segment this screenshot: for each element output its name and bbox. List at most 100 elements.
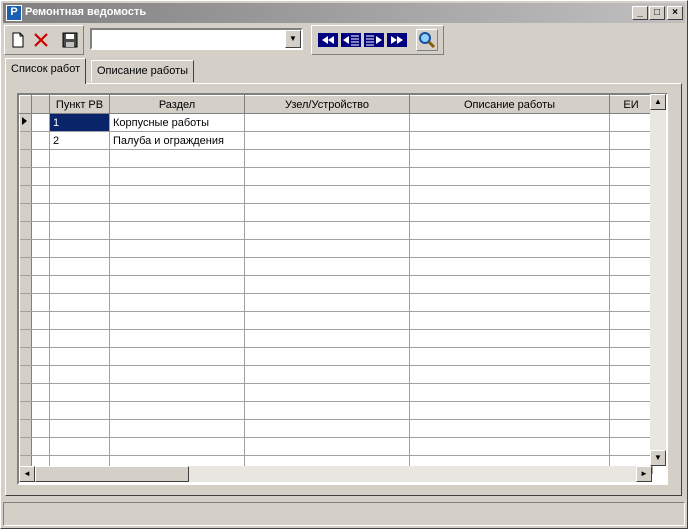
table-cell[interactable] <box>244 311 410 330</box>
table-cell[interactable] <box>244 167 410 186</box>
table-cell[interactable] <box>49 365 110 384</box>
table-cell[interactable] <box>609 149 653 168</box>
scroll-up-button[interactable]: ▲ <box>650 94 666 110</box>
row-indicator[interactable] <box>19 293 32 312</box>
horizontal-scroll-thumb[interactable] <box>35 466 189 482</box>
table-cell[interactable] <box>244 113 410 132</box>
table-row[interactable] <box>19 185 653 204</box>
row-indicator[interactable] <box>19 275 32 294</box>
row-indicator[interactable] <box>19 383 32 402</box>
table-cell[interactable] <box>409 185 610 204</box>
column-header-section[interactable]: Раздел <box>109 95 245 114</box>
table-cell[interactable] <box>109 347 245 366</box>
table-cell[interactable] <box>109 239 245 258</box>
table-cell[interactable] <box>109 167 245 186</box>
table-cell[interactable] <box>49 401 110 420</box>
table-cell[interactable] <box>609 401 653 420</box>
table-cell[interactable] <box>409 293 610 312</box>
table-cell[interactable] <box>49 311 110 330</box>
table-cell[interactable] <box>609 203 653 222</box>
table-row[interactable]: 2 Палуба и ограждения <box>19 131 653 150</box>
table-cell[interactable] <box>109 419 245 438</box>
table-cell[interactable] <box>409 275 610 294</box>
first-record-button[interactable] <box>317 29 339 51</box>
table-row[interactable] <box>19 347 653 366</box>
vertical-scrollbar[interactable]: ▲ ▼ <box>650 94 666 466</box>
table-row[interactable] <box>19 311 653 330</box>
table-cell[interactable] <box>409 365 610 384</box>
table-cell[interactable] <box>244 329 410 348</box>
table-cell[interactable] <box>109 257 245 276</box>
row-indicator[interactable] <box>19 221 32 240</box>
table-cell[interactable] <box>609 293 653 312</box>
combo-dropdown-button[interactable]: ▼ <box>285 30 301 48</box>
table-cell[interactable] <box>409 149 610 168</box>
table-row[interactable] <box>19 257 653 276</box>
table-cell[interactable] <box>609 185 653 204</box>
table-cell[interactable] <box>244 257 410 276</box>
table-cell[interactable] <box>109 401 245 420</box>
table-cell[interactable] <box>49 185 110 204</box>
table-cell[interactable] <box>244 185 410 204</box>
table-row[interactable] <box>19 293 653 312</box>
table-cell[interactable] <box>244 149 410 168</box>
table-cell[interactable] <box>49 221 110 240</box>
tab-work-list[interactable]: Список работ <box>5 58 87 84</box>
table-cell[interactable] <box>609 347 653 366</box>
table-cell[interactable] <box>609 257 653 276</box>
table-cell[interactable] <box>409 329 610 348</box>
row-indicator[interactable] <box>19 401 32 420</box>
table-cell[interactable] <box>409 311 610 330</box>
table-row[interactable]: 1 Корпусные работы <box>19 113 653 132</box>
table-row[interactable] <box>19 419 653 438</box>
tab-work-description[interactable]: Описание работы <box>91 60 195 82</box>
row-indicator[interactable] <box>19 365 32 384</box>
work-grid[interactable]: Пункт РВ Раздел Узел/Устройство Описание… <box>17 93 668 485</box>
table-cell[interactable] <box>609 131 653 150</box>
table-cell[interactable] <box>109 149 245 168</box>
table-cell[interactable] <box>409 203 610 222</box>
row-indicator[interactable] <box>19 167 32 186</box>
table-row[interactable] <box>19 437 653 456</box>
table-cell[interactable] <box>609 365 653 384</box>
table-cell[interactable] <box>409 419 610 438</box>
row-indicator[interactable] <box>19 347 32 366</box>
table-cell[interactable] <box>49 383 110 402</box>
table-cell[interactable] <box>609 239 653 258</box>
table-cell[interactable] <box>409 257 610 276</box>
table-row[interactable] <box>19 149 653 168</box>
row-indicator[interactable] <box>19 239 32 258</box>
table-cell[interactable] <box>109 329 245 348</box>
row-indicator[interactable] <box>19 203 32 222</box>
table-cell[interactable] <box>244 239 410 258</box>
table-row[interactable] <box>19 329 653 348</box>
table-cell[interactable] <box>244 419 410 438</box>
last-record-button[interactable] <box>386 29 408 51</box>
table-cell[interactable] <box>109 275 245 294</box>
table-cell[interactable]: Палуба и ограждения <box>109 131 245 150</box>
table-cell[interactable] <box>244 293 410 312</box>
maximize-button[interactable]: □ <box>649 6 665 20</box>
horizontal-scrollbar[interactable]: ◄ ► <box>19 466 652 482</box>
table-cell[interactable] <box>109 221 245 240</box>
filter-combobox[interactable]: ▼ <box>90 28 303 50</box>
table-cell[interactable] <box>409 113 610 132</box>
table-cell[interactable] <box>244 221 410 240</box>
row-indicator[interactable] <box>19 149 32 168</box>
close-button[interactable]: × <box>667 6 683 20</box>
table-row[interactable] <box>19 401 653 420</box>
column-header-description[interactable]: Описание работы <box>409 95 610 114</box>
table-cell[interactable] <box>244 347 410 366</box>
table-cell[interactable] <box>109 311 245 330</box>
table-cell[interactable] <box>609 383 653 402</box>
row-indicator[interactable] <box>19 329 32 348</box>
row-indicator[interactable] <box>19 257 32 276</box>
save-button[interactable] <box>59 29 81 51</box>
table-cell[interactable] <box>409 437 610 456</box>
title-bar[interactable]: Р Ремонтная ведомость _ □ × <box>3 3 685 23</box>
table-cell[interactable] <box>609 311 653 330</box>
table-cell[interactable] <box>409 383 610 402</box>
table-cell[interactable] <box>609 275 653 294</box>
previous-record-button[interactable] <box>340 29 362 51</box>
table-cell[interactable] <box>49 239 110 258</box>
